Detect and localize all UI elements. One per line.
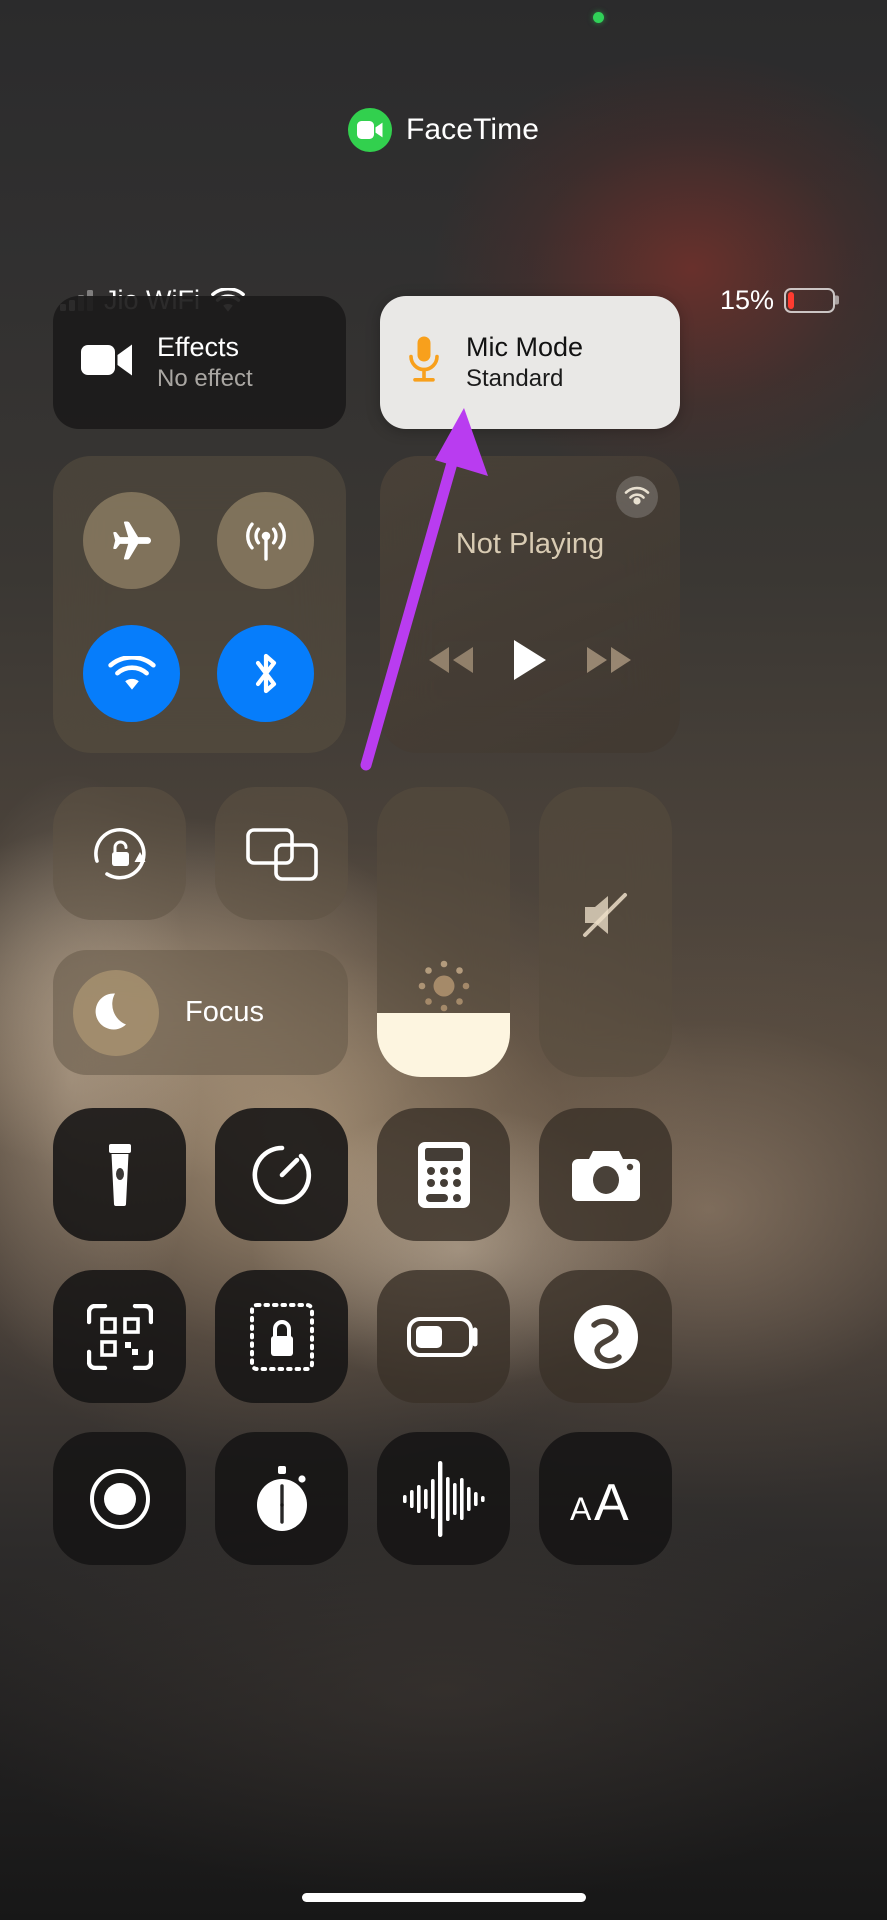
effects-subtitle: No effect xyxy=(157,365,253,392)
effects-title: Effects xyxy=(157,332,240,362)
airplay-audio-icon[interactable] xyxy=(614,474,660,520)
video-camera-icon xyxy=(81,342,133,383)
recording-dot xyxy=(593,12,604,23)
screen-recording-button[interactable] xyxy=(53,1432,186,1565)
wifi-toggle[interactable] xyxy=(83,625,180,722)
brightness-sun-icon xyxy=(413,955,475,1017)
focus-label: Focus xyxy=(185,996,264,1028)
text-size-button[interactable]: A A xyxy=(539,1432,672,1565)
guided-access-button[interactable] xyxy=(215,1270,348,1403)
battery-percent-label: 15% xyxy=(719,284,774,315)
bluetooth-toggle[interactable] xyxy=(217,625,314,722)
video-camera-icon xyxy=(347,108,392,152)
rewind-button[interactable] xyxy=(425,643,477,682)
screen-mirroring-button[interactable] xyxy=(215,787,348,920)
control-center-screen: FaceTime Jio WiFi 15% xyxy=(0,0,887,1920)
focus-toggle[interactable]: Focus xyxy=(53,950,348,1075)
media-player-module: Not Playing xyxy=(380,456,680,753)
home-indicator[interactable] xyxy=(301,1893,586,1902)
effects-card[interactable]: Effects No effect xyxy=(53,296,346,429)
battery-fill xyxy=(788,291,795,309)
svg-text:A: A xyxy=(594,1474,629,1528)
mic-mode-title: Mic Mode xyxy=(466,332,584,362)
play-button[interactable] xyxy=(511,638,549,687)
cellular-data-toggle[interactable] xyxy=(217,492,314,589)
brightness-slider[interactable] xyxy=(377,787,510,1077)
mic-mode-subtitle: Standard xyxy=(466,365,564,392)
brightness-slider-fill xyxy=(377,1013,510,1077)
shazam-button[interactable] xyxy=(539,1270,672,1403)
volume-slider[interactable] xyxy=(539,787,672,1077)
camera-button[interactable] xyxy=(539,1108,672,1241)
rotation-lock-toggle[interactable] xyxy=(53,787,186,920)
moon-icon xyxy=(73,969,159,1056)
timer-button[interactable] xyxy=(215,1108,348,1241)
low-power-mode-button[interactable] xyxy=(377,1270,510,1403)
status-bar-right: 15% xyxy=(720,277,835,323)
airplane-mode-toggle[interactable] xyxy=(83,492,180,589)
mic-mode-card[interactable]: Mic Mode Standard xyxy=(380,296,680,429)
battery-icon xyxy=(784,287,835,313)
connectivity-module xyxy=(53,456,346,753)
voice-memos-button[interactable] xyxy=(377,1432,510,1565)
flashlight-button[interactable] xyxy=(53,1108,186,1241)
calculator-button[interactable] xyxy=(377,1108,510,1241)
speaker-mute-icon xyxy=(575,887,637,943)
microphone-icon xyxy=(406,335,442,390)
qr-code-scanner-button[interactable] xyxy=(53,1270,186,1403)
fast-forward-button[interactable] xyxy=(583,643,635,682)
svg-text:A: A xyxy=(570,1491,592,1527)
facetime-label: FaceTime xyxy=(405,113,540,146)
media-transport-controls xyxy=(380,638,680,687)
now-playing-status: Not Playing xyxy=(455,528,605,560)
facetime-banner[interactable]: FaceTime xyxy=(0,108,887,152)
stopwatch-button[interactable] xyxy=(215,1432,348,1565)
